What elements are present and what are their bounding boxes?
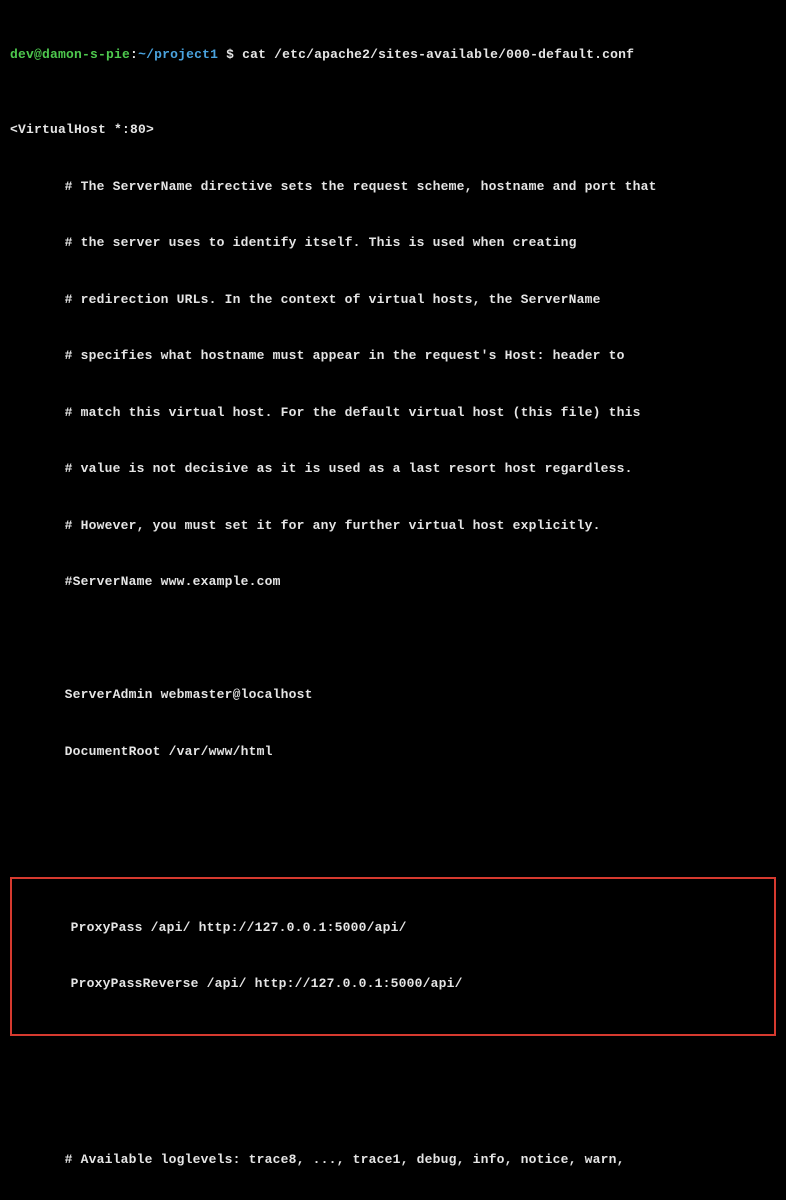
prompt-sigil: $ — [218, 47, 242, 62]
comment-line: #ServerName www.example.com — [10, 573, 776, 592]
comment-line: # specifies what hostname must appear in… — [10, 347, 776, 366]
comment-line: # value is not decisive as it is used as… — [10, 460, 776, 479]
proxy-pass: ProxyPass /api/ http://127.0.0.1:5000/ap… — [16, 919, 770, 938]
blank-line — [10, 630, 776, 649]
command-text: cat /etc/apache2/sites-available/000-def… — [242, 47, 634, 62]
prompt-user: dev — [10, 47, 34, 62]
blank-line — [10, 1094, 776, 1113]
highlight-box: ProxyPass /api/ http://127.0.0.1:5000/ap… — [10, 877, 776, 1036]
prompt-host: damon-s-pie — [42, 47, 130, 62]
vhost-open: <VirtualHost *:80> — [10, 121, 776, 140]
comment-line: # Available loglevels: trace8, ..., trac… — [10, 1151, 776, 1170]
server-admin: ServerAdmin webmaster@localhost — [10, 686, 776, 705]
prompt-colon: : — [130, 47, 138, 62]
comment-line: # the server uses to identify itself. Th… — [10, 234, 776, 253]
comment-line: # redirection URLs. In the context of vi… — [10, 291, 776, 310]
proxy-pass-reverse: ProxyPassReverse /api/ http://127.0.0.1:… — [16, 975, 770, 994]
comment-line: # The ServerName directive sets the requ… — [10, 178, 776, 197]
terminal[interactable]: dev@damon-s-pie:~/project1 $ cat /etc/ap… — [10, 8, 776, 1200]
comment-line: # However, you must set it for any furth… — [10, 517, 776, 536]
prompt-line-1: dev@damon-s-pie:~/project1 $ cat /etc/ap… — [10, 46, 776, 65]
prompt-at: @ — [34, 47, 42, 62]
comment-line: # match this virtual host. For the defau… — [10, 404, 776, 423]
blank-line — [10, 799, 776, 818]
prompt-path: ~/project1 — [138, 47, 218, 62]
document-root: DocumentRoot /var/www/html — [10, 743, 776, 762]
